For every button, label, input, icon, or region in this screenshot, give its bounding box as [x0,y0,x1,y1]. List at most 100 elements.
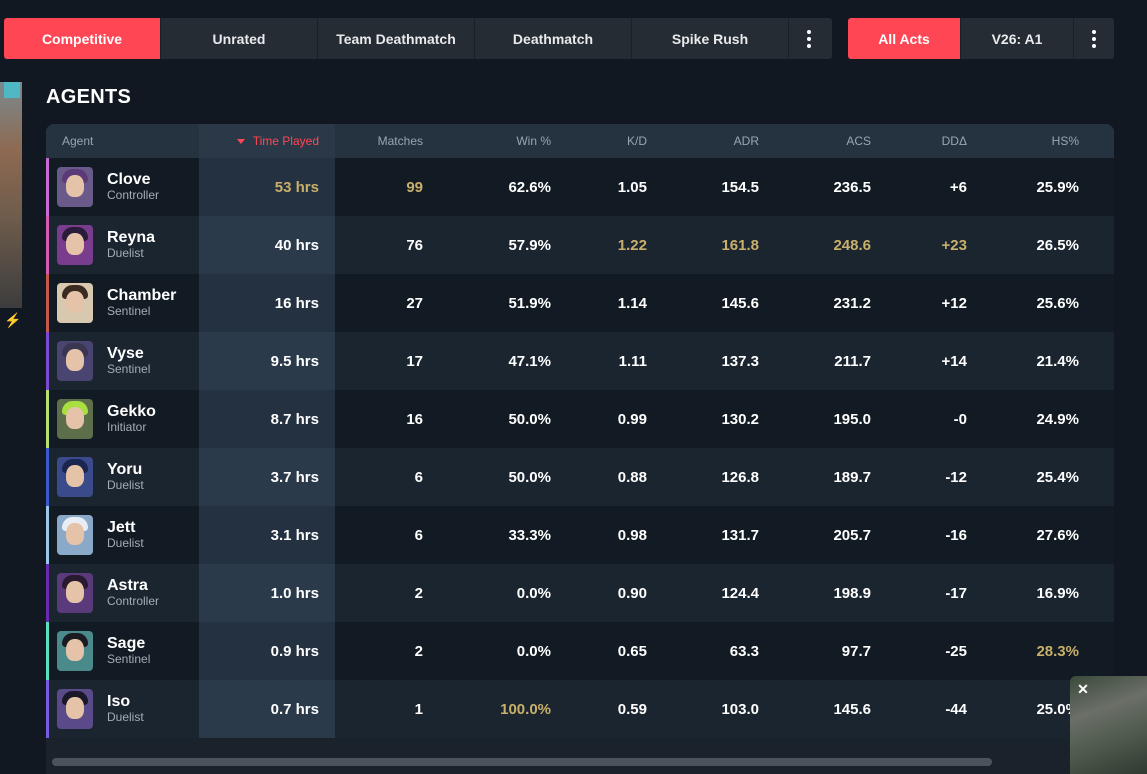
cell-win: 33.3% [508,526,551,544]
agent-cell: Sage Sentinel [46,622,199,680]
role-accent [46,506,49,564]
cell-win: 47.1% [508,352,551,370]
cell-time: 0.7 hrs [199,680,335,738]
cell-dd: -25 [945,642,967,660]
cell-kd: 1.11 [618,352,647,370]
header-time-label: Time Played [252,134,319,148]
table-row[interactable]: Sage Sentinel 0.9 hrs 2 0.0% 0.65 63.3 97.7 -25 2… [46,622,1114,680]
more-vertical-icon [807,29,811,48]
header-kd[interactable]: K/D [563,124,659,158]
table-body: Clove Controller 53 hrs 99 62.6% 1.05 154.5 236… [46,158,1114,738]
table-row[interactable]: Gekko Initiator 8.7 hrs 16 50.0% 0.99 130.2 195… [46,390,1114,448]
table-row[interactable]: Clove Controller 53 hrs 99 62.6% 1.05 154.5 236… [46,158,1114,216]
header-adr[interactable]: ADR [659,124,771,158]
mode-deathmatch[interactable]: Deathmatch [475,18,632,59]
header-time-played[interactable]: Time Played [199,124,335,158]
cell-hs: 25.6% [1036,294,1079,312]
header-dd[interactable]: DDΔ [883,124,979,158]
table-row[interactable]: Iso Duelist 0.7 hrs 1 100.0% 0.59 103.0 145.6 -4… [46,680,1114,738]
cell-kd: 0.98 [617,526,647,544]
header-agent[interactable]: Agent [46,124,199,158]
header-win[interactable]: Win % [435,124,563,158]
cell-adr: 145.6 [721,294,759,312]
cell-dd: +12 [941,294,967,312]
cell-dd: +23 [941,236,967,254]
cell-hs: 24.9% [1036,410,1079,428]
cell-time: 3.1 hrs [199,506,335,564]
more-modes-button[interactable] [789,18,829,59]
cell-acs: 248.6 [833,236,871,254]
mode-spike-rush[interactable]: Spike Rush [632,18,789,59]
role-accent [46,332,49,390]
close-icon[interactable]: ✕ [1074,680,1092,698]
video-widget[interactable]: ✕ [1070,676,1147,774]
header-matches[interactable]: Matches [335,124,435,158]
role-accent [46,158,49,216]
cell-kd: 0.65 [617,642,647,660]
role-accent [46,274,49,332]
cell-time: 3.7 hrs [199,448,335,506]
cell-dd: -44 [945,700,967,718]
act-all-acts[interactable]: All Acts [848,18,961,59]
table-row[interactable]: Astra Controller 1.0 hrs 2 0.0% 0.90 124.4 198.… [46,564,1114,622]
cell-adr: 137.3 [721,352,759,370]
agent-name: Vyse [107,345,144,363]
cell-acs: 211.7 [834,352,871,370]
agent-name: Jett [107,519,136,537]
cell-acs: 145.6 [833,700,871,718]
cell-adr: 126.8 [721,468,759,486]
mode-competitive[interactable]: Competitive [4,18,161,59]
role-accent [46,622,49,680]
role-accent [46,216,49,274]
cell-matches: 6 [414,526,423,544]
agent-name: Reyna [107,229,156,247]
cell-win: 57.9% [508,236,551,254]
agent-cell: Reyna Duelist [46,216,199,274]
horizontal-scrollbar[interactable] [52,758,992,766]
agent-portrait-icon [57,283,93,323]
table-row[interactable]: Jett Duelist 3.1 hrs 6 33.3% 0.98 131.7 205.7 -1… [46,506,1114,564]
table-row[interactable]: Reyna Duelist 40 hrs 76 57.9% 1.22 161.8 248.6 +… [46,216,1114,274]
role-accent [46,680,49,738]
agent-name: Sage [107,635,146,653]
cell-acs: 198.9 [833,584,871,602]
cell-win: 50.0% [508,468,551,486]
cell-adr: 131.7 [721,526,759,544]
lightning-icon: ⚡ [4,312,22,328]
agent-name: Chamber [107,287,177,305]
agent-portrait-icon [57,225,93,265]
header-hs[interactable]: HS% [979,124,1091,158]
table-row[interactable]: Chamber Sentinel 16 hrs 27 51.9% 1.14 145.6 231… [46,274,1114,332]
agent-role: Sentinel [107,362,151,377]
mode-unrated[interactable]: Unrated [161,18,318,59]
cell-time: 9.5 hrs [199,332,335,390]
agent-cell: Iso Duelist [46,680,199,738]
cell-dd: +14 [941,352,967,370]
agent-name: Astra [107,577,148,595]
cell-kd: 0.90 [617,584,647,602]
table-row[interactable]: Yoru Duelist 3.7 hrs 6 50.0% 0.88 126.8 189.7 -1… [46,448,1114,506]
table-row[interactable]: Vyse Sentinel 9.5 hrs 17 47.1% 1.11 137.3 211.7… [46,332,1114,390]
cell-time: 1.0 hrs [199,564,335,622]
cell-adr: 63.3 [729,642,759,660]
cell-matches: 2 [414,584,423,602]
cell-adr: 103.0 [721,700,759,718]
more-acts-button[interactable] [1074,18,1114,59]
act-v26-a1[interactable]: V26: A1 [961,18,1074,59]
agent-role: Duelist [107,536,144,551]
agent-role: Duelist [107,710,144,725]
agent-portrait-icon [57,515,93,555]
agent-name: Iso [107,693,131,711]
agent-role: Initiator [107,420,147,435]
cell-hs: 27.6% [1036,526,1079,544]
header-acs[interactable]: ACS [771,124,883,158]
cell-time: 8.7 hrs [199,390,335,448]
agent-cell: Chamber Sentinel [46,274,199,332]
cell-adr: 161.8 [721,236,759,254]
agent-role: Duelist [107,478,144,493]
more-vertical-icon [1092,29,1096,48]
agent-name: Gekko [107,403,156,421]
mode-team-deathmatch[interactable]: Team Deathmatch [318,18,475,59]
cell-kd: 1.14 [617,294,647,312]
agent-portrait-icon [57,631,93,671]
